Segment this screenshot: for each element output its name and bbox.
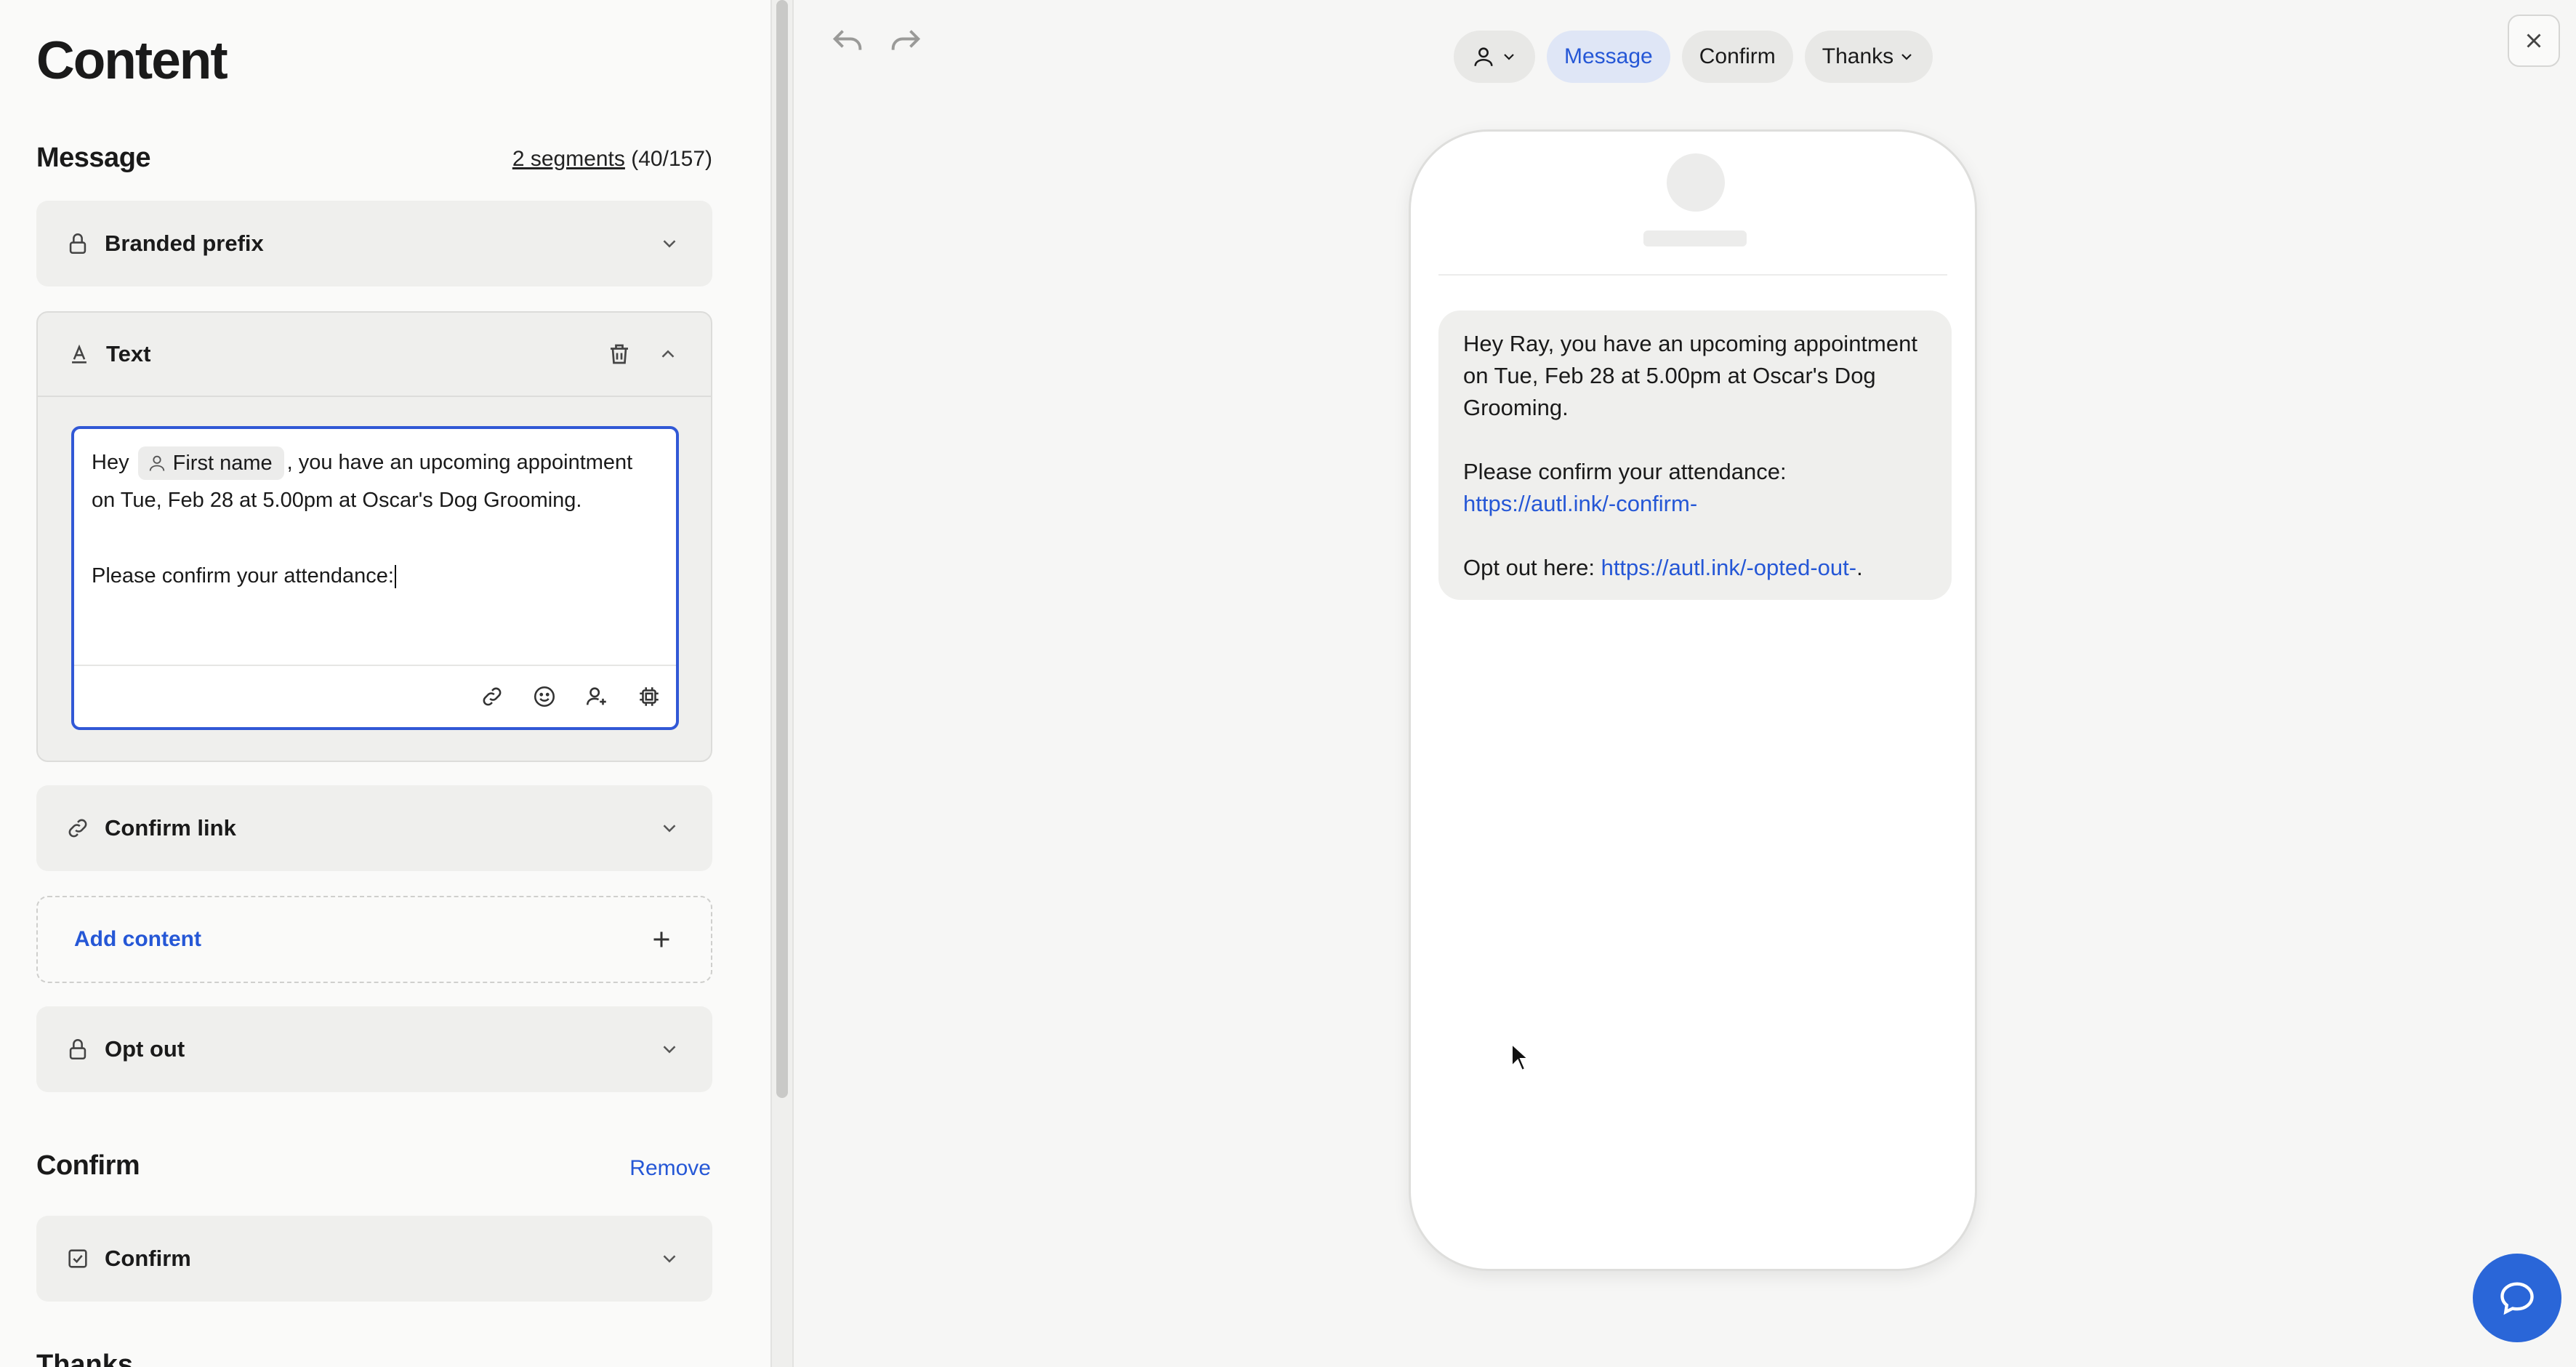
confirm-card[interactable]: Confirm (36, 1216, 712, 1302)
phone-preview: Hey Ray, you have an upcoming appointmen… (1409, 129, 1977, 1271)
editor-line2: on Tue, Feb 28 at 5.00pm at Oscar's Dog … (92, 489, 582, 512)
tab-message[interactable]: Message (1547, 31, 1670, 83)
preview-paragraph: Hey Ray, you have an upcoming appointmen… (1463, 331, 1917, 420)
chat-bubble-icon (2500, 1282, 2534, 1315)
confirm-link-card[interactable]: Confirm link (36, 785, 712, 871)
branded-prefix-card[interactable]: Branded prefix (36, 201, 712, 286)
checkbox-icon (68, 1249, 87, 1268)
confirm-url-link[interactable]: https://autl.ink/-confirm- (1463, 491, 1697, 516)
add-person-icon[interactable] (584, 684, 609, 709)
person-icon (149, 456, 164, 471)
lock-icon (69, 233, 86, 254)
contact-avatar (1667, 153, 1725, 212)
recipient-selector[interactable] (1454, 31, 1535, 83)
close-icon (2527, 33, 2541, 48)
text-format-icon (72, 344, 86, 364)
scrollbar-thumb[interactable] (776, 0, 788, 1098)
message-section-title: Message (36, 143, 151, 173)
page-title: Content (36, 31, 228, 90)
link-icon[interactable] (480, 684, 504, 709)
tab-thanks[interactable]: Thanks (1804, 31, 1933, 83)
chevron-up-icon[interactable] (657, 343, 679, 365)
chevron-down-icon[interactable] (659, 1248, 680, 1270)
optout-url-link[interactable]: https://autl.ink/-opted-out- (1601, 555, 1857, 580)
chevron-down-icon (1504, 54, 1514, 60)
message-bubble: Hey Ray, you have an upcoming appointmen… (1438, 310, 1952, 600)
chip-icon[interactable] (637, 684, 661, 709)
help-chat-button[interactable] (2473, 1254, 2561, 1342)
preview-optout-suffix: . (1856, 555, 1863, 580)
chip-label: First name (172, 452, 273, 476)
opt-out-label: Opt out (105, 1036, 185, 1062)
text-card-header[interactable]: Text (38, 313, 711, 397)
chevron-down-icon[interactable] (659, 817, 680, 839)
remove-confirm-link[interactable]: Remove (629, 1156, 711, 1181)
emoji-icon[interactable] (532, 684, 557, 709)
link-icon (68, 819, 87, 838)
editor-toolbar (74, 665, 676, 727)
thanks-section-title: Thanks (36, 1350, 134, 1367)
text-card-label: Text (106, 341, 151, 366)
confirm-link-label: Confirm link (105, 815, 236, 841)
tab-thanks-label: Thanks (1822, 44, 1894, 68)
person-icon (1474, 47, 1493, 66)
confirm-section-title: Confirm (36, 1150, 140, 1181)
confirm-card-label: Confirm (105, 1246, 191, 1271)
segments-link[interactable]: 2 segments (512, 147, 625, 171)
plus-icon (653, 931, 669, 947)
editor-greeting: Hey (92, 451, 129, 474)
message-text-editor[interactable]: Hey First name , you have an upcoming ap… (71, 426, 679, 730)
first-name-chip[interactable]: First name (137, 446, 284, 481)
editor-line3: Please confirm your attendance: (92, 564, 394, 588)
preview-tabs: Message Confirm Thanks (1454, 31, 1933, 83)
editor-content[interactable]: Hey First name , you have an upcoming ap… (92, 444, 661, 595)
content-panel: Content Message 2 segments (40/157) Bran… (0, 0, 772, 1367)
add-content-button[interactable]: Add content (36, 896, 712, 983)
chevron-down-icon[interactable] (659, 1038, 680, 1060)
segments-count: (40/157) (631, 147, 712, 171)
contact-name-placeholder (1643, 230, 1747, 246)
chevron-down-icon (1901, 54, 1912, 60)
phone-divider (1438, 274, 1947, 276)
preview-optout-prefix: Opt out here: (1463, 555, 1595, 580)
undo-icon[interactable] (829, 25, 866, 63)
add-content-label: Add content (74, 927, 201, 951)
branded-prefix-label: Branded prefix (105, 230, 264, 256)
redo-icon[interactable] (887, 25, 925, 63)
tab-confirm[interactable]: Confirm (1681, 31, 1793, 83)
opt-out-card[interactable]: Opt out (36, 1006, 712, 1092)
segments-info: 2 segments (40/157) (512, 147, 712, 172)
text-caret (394, 565, 396, 589)
chevron-down-icon[interactable] (659, 233, 680, 254)
close-button[interactable] (2508, 15, 2560, 67)
editor-line1-suffix: , you have an upcoming appointment (286, 451, 633, 474)
trash-icon[interactable] (606, 341, 632, 367)
lock-icon (69, 1039, 86, 1060)
text-card: Text Hey First name , you have an upcomi… (36, 311, 712, 762)
preview-confirm-prefix: Please confirm your attendance: (1463, 459, 1787, 484)
mouse-cursor-icon (1511, 1043, 1529, 1072)
